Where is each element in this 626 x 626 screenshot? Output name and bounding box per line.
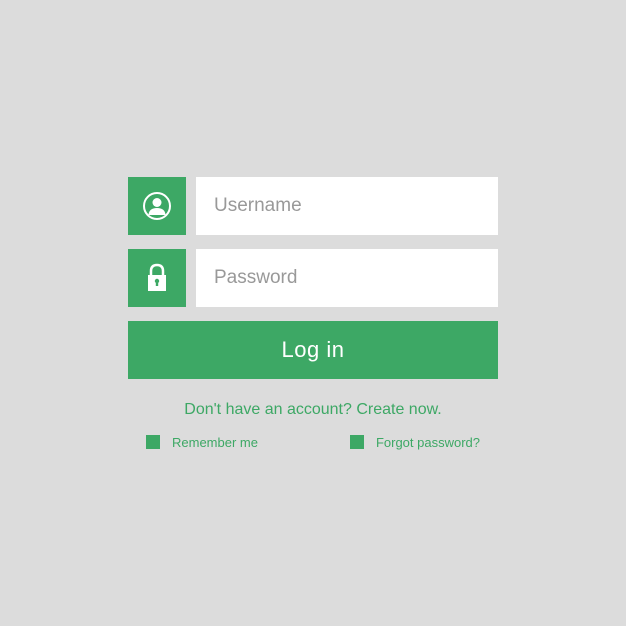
remember-me-checkbox[interactable]	[146, 435, 160, 449]
login-button[interactable]: Log in	[128, 321, 498, 379]
user-icon-box	[128, 177, 186, 235]
user-icon	[141, 190, 173, 222]
login-form: Log in Don't have an account? Create now…	[128, 177, 498, 450]
lock-icon	[144, 263, 170, 293]
forgot-password-label: Forgot password?	[376, 435, 480, 450]
password-input[interactable]	[196, 249, 498, 307]
bottom-options-row: Remember me Forgot password?	[128, 435, 498, 450]
remember-me-label: Remember me	[172, 435, 258, 450]
password-row	[128, 249, 498, 307]
forgot-password-option[interactable]: Forgot password?	[350, 435, 480, 450]
remember-me-option[interactable]: Remember me	[146, 435, 258, 450]
create-account-link[interactable]: Don't have an account? Create now.	[128, 401, 498, 419]
lock-icon-box	[128, 249, 186, 307]
forgot-password-marker	[350, 435, 364, 449]
username-row	[128, 177, 498, 235]
username-input[interactable]	[196, 177, 498, 235]
